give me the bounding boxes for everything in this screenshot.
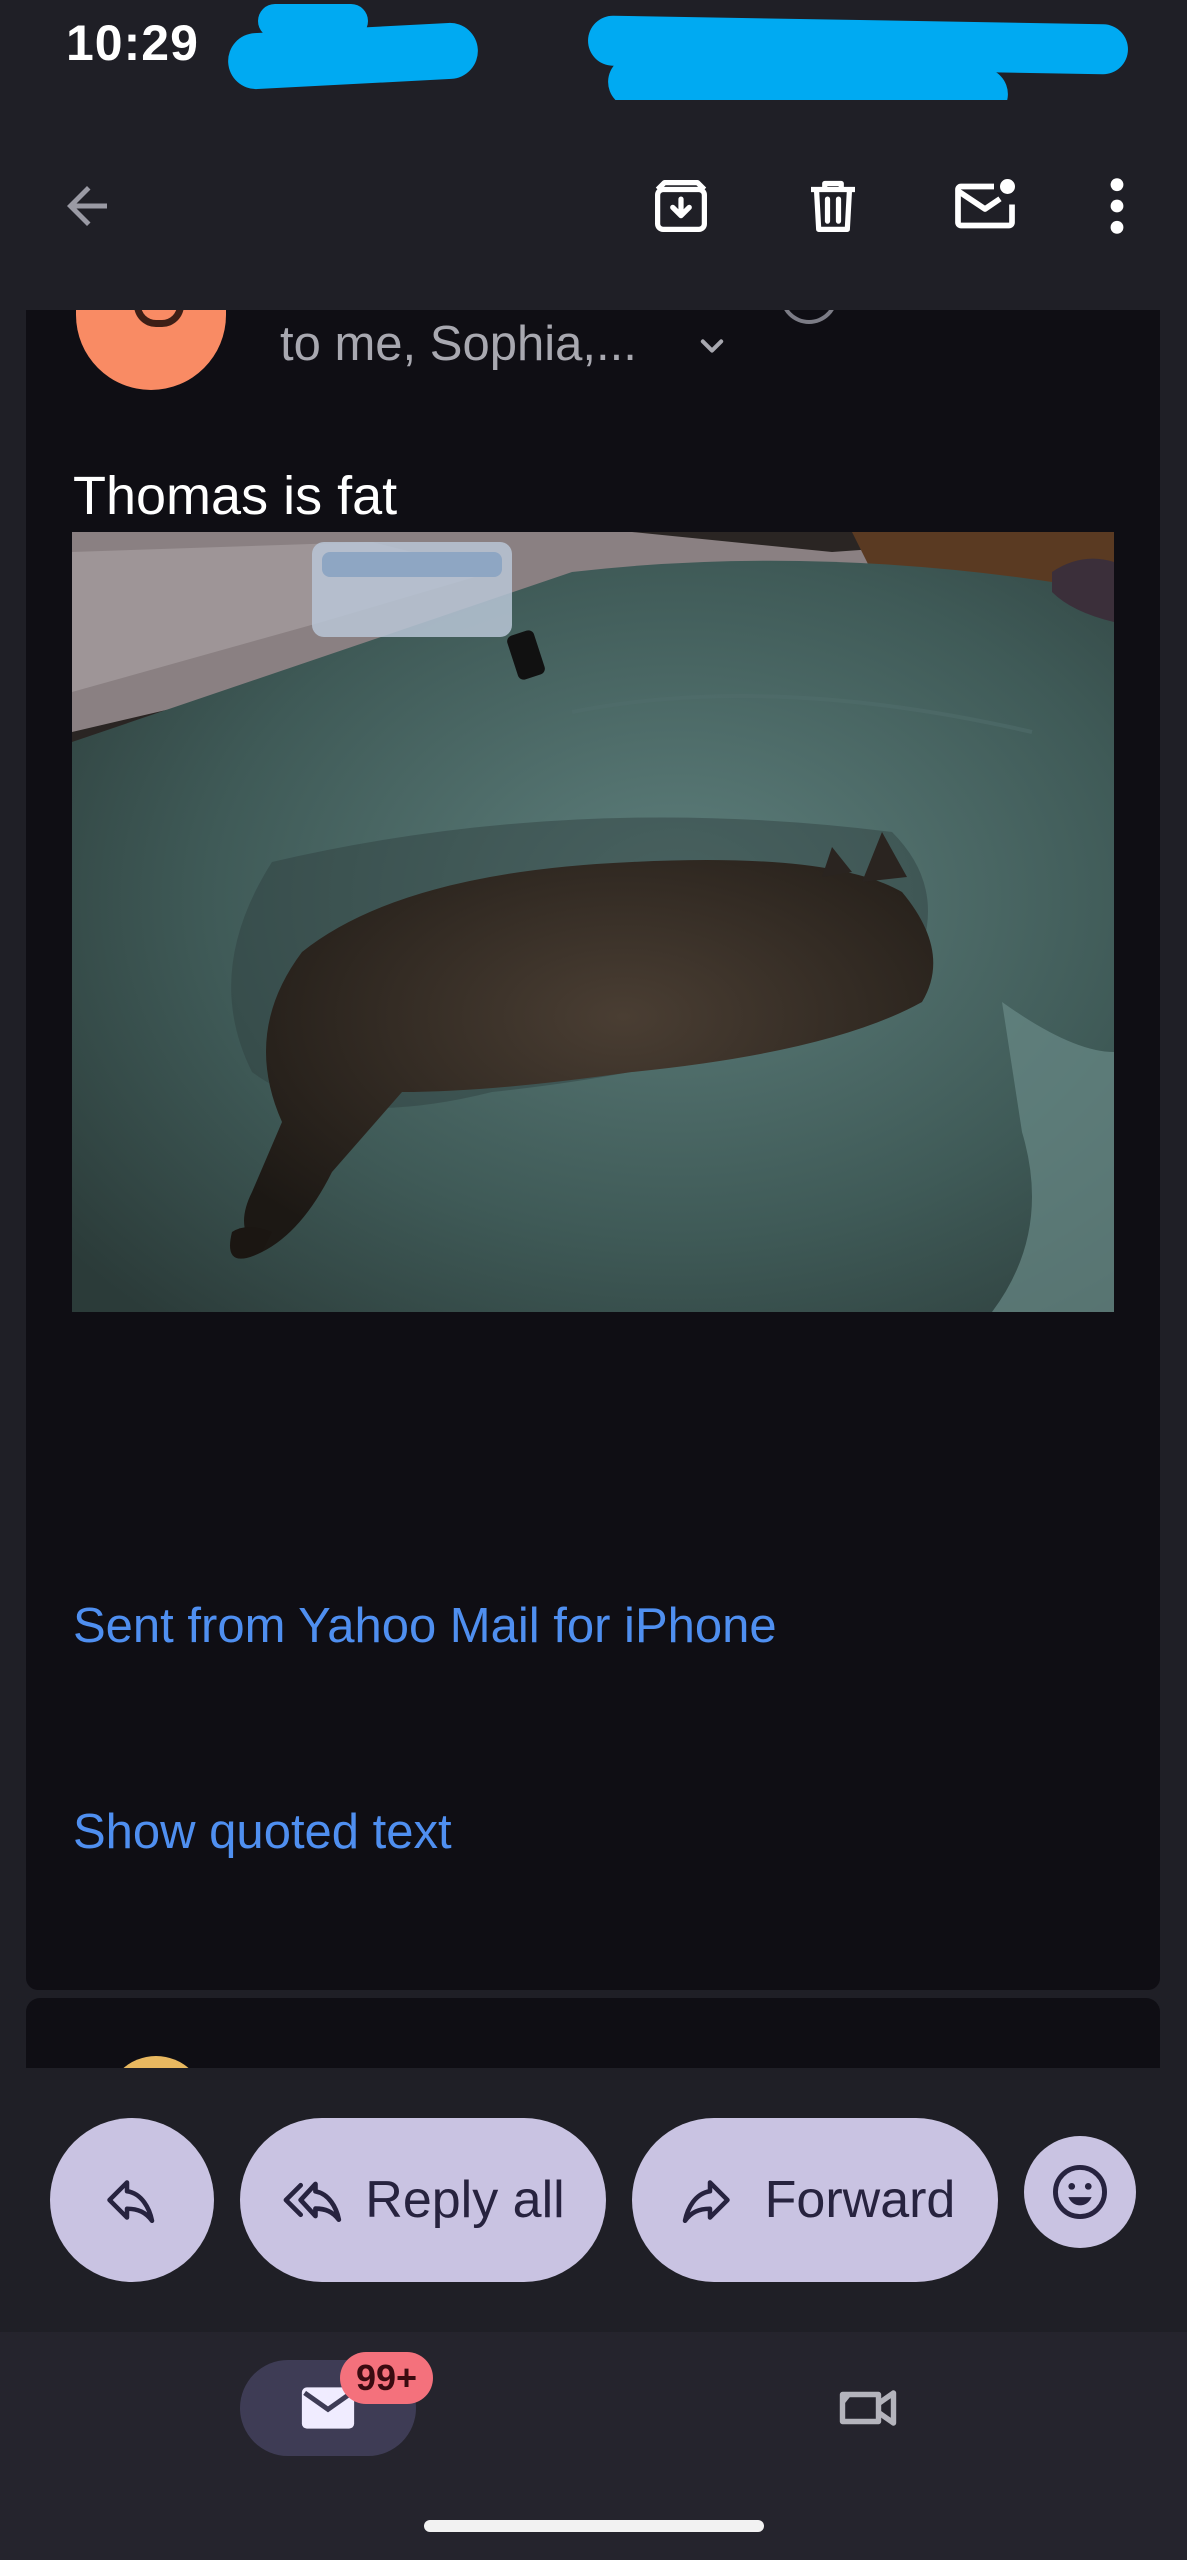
status-bar: 10:29 (0, 0, 1187, 121)
next-sender-avatar (106, 2056, 206, 2068)
reply-all-button[interactable]: Reply all (240, 2118, 606, 2282)
forward-button[interactable]: Forward (632, 2118, 998, 2282)
archive-icon (655, 180, 707, 232)
forward-icon (682, 2180, 730, 2223)
reply-all-label: Reply all (365, 2171, 565, 2229)
next-message-card[interactable] (26, 1998, 1160, 2068)
mark-unread-button[interactable] (940, 161, 1030, 251)
sender-avatar[interactable] (76, 310, 226, 390)
unread-count-badge: 99+ (340, 2352, 434, 2404)
reply-action-bar: Reply all Forward (0, 2068, 1187, 2332)
home-indicator[interactable] (424, 2520, 764, 2532)
video-camera-icon (839, 2390, 897, 2426)
arrow-left-icon (67, 186, 107, 226)
show-quoted-text-link[interactable]: Show quoted text (73, 1804, 452, 1860)
delete-button[interactable] (788, 161, 878, 251)
message-body: Thomas is fat (73, 466, 398, 526)
bottom-navigation: 99+ (0, 2332, 1187, 2560)
forward-label: Forward (764, 2171, 956, 2229)
signature-link[interactable]: Sent from Yahoo Mail for iPhone (73, 1598, 777, 1654)
more-options-button[interactable] (1072, 161, 1162, 251)
back-button[interactable] (42, 161, 132, 251)
archive-button[interactable] (636, 161, 726, 251)
reply-button[interactable] (50, 2118, 214, 2282)
reply-all-icon (283, 2181, 342, 2223)
meet-tab[interactable] (820, 2360, 916, 2456)
toolbar (0, 100, 1187, 310)
chevron-down-icon (700, 339, 724, 353)
attached-photo-cat-on-bed[interactable] (72, 532, 1114, 1312)
header-star-icon[interactable] (780, 310, 838, 324)
redaction-scribble (258, 4, 368, 38)
reply-icon (107, 2180, 155, 2223)
emoji-icon (1053, 2165, 1107, 2219)
recipients-expand-button[interactable] (690, 324, 734, 373)
message-card: to me, Sophia,... Thomas is fat Sent fro… (26, 310, 1160, 1990)
status-time: 10:29 (66, 15, 199, 71)
more-vert-icon (1110, 178, 1124, 234)
recipients-summary[interactable]: to me, Sophia,... (280, 316, 637, 372)
emoji-reaction-button[interactable] (1024, 2136, 1136, 2248)
mark-unread-icon (955, 179, 1015, 229)
trash-icon (811, 180, 855, 232)
